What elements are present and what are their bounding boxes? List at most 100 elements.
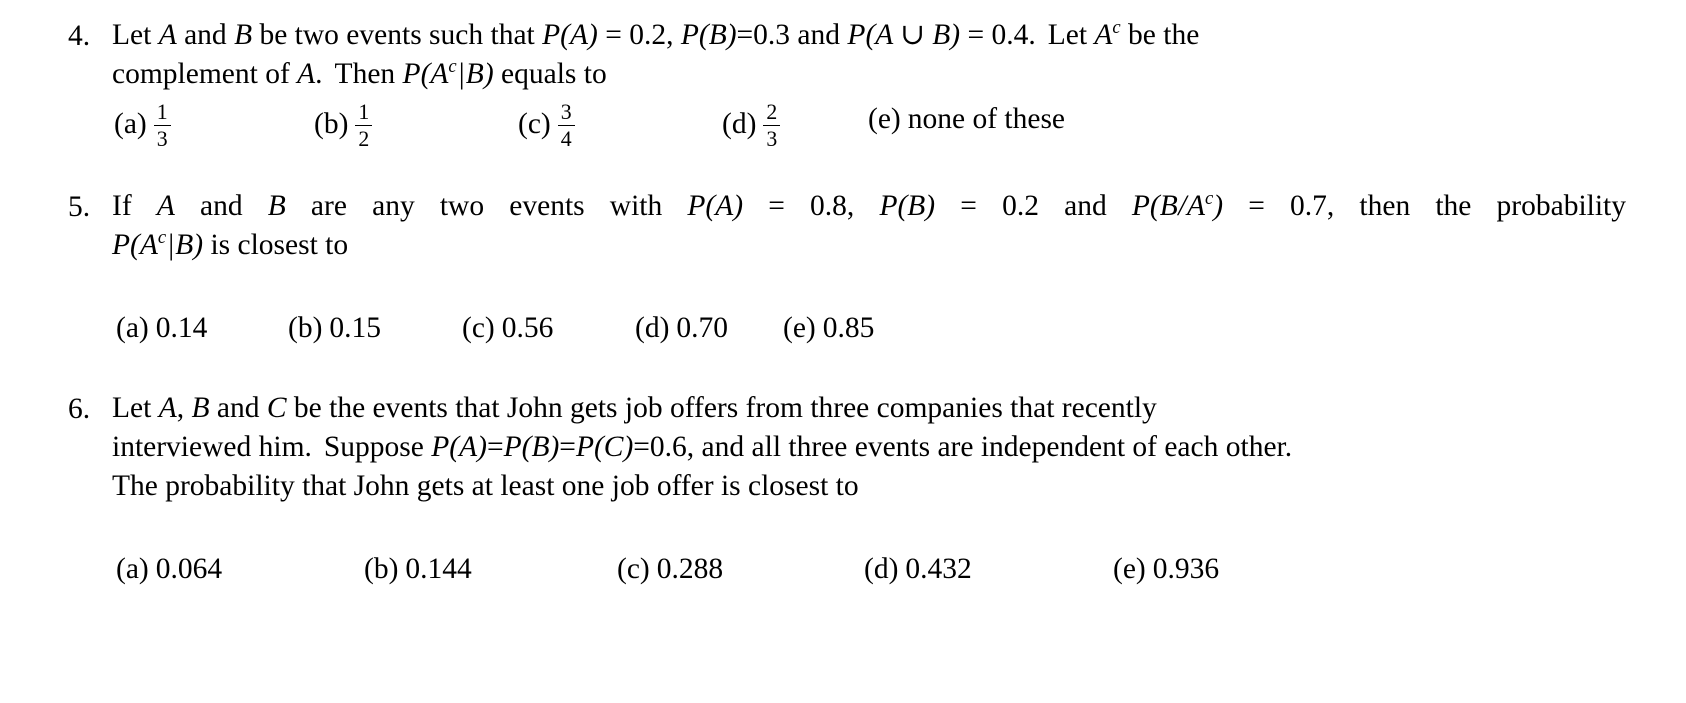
- problem-4-stem-line-2: complement of A. Then P(Ac|B) equals to: [112, 55, 1626, 94]
- fraction-rule: [763, 124, 781, 127]
- math-prob-arg: (B): [521, 430, 560, 463]
- option-label: (b): [314, 107, 349, 140]
- problem-6-body: Let A, B and C be the events that John g…: [112, 389, 1626, 589]
- text-fragment: Let: [1047, 19, 1095, 51]
- text-fragment: interviewed him.: [112, 430, 312, 463]
- option-c[interactable]: (c) 0.56: [462, 309, 635, 348]
- problem-6-options: (a) 0.064 (b) 0.144 (c) 0.288 (d) 0.432 …: [116, 550, 1626, 589]
- math-prob-p: P: [402, 57, 421, 90]
- text-fragment: are any two events with: [285, 189, 688, 222]
- text-fragment: Suppose: [323, 430, 432, 463]
- option-d[interactable]: (d) 0.70: [635, 309, 783, 348]
- math-prob-arg: (B): [698, 19, 737, 51]
- option-value-text: 0.14: [155, 311, 208, 344]
- option-value-fraction: 1 2: [355, 101, 373, 151]
- problem-6: 6. Let A, B and C be the events that Joh…: [68, 389, 1626, 589]
- problem-5-stem-line-2: P(Ac|B) is closest to: [112, 226, 1626, 265]
- option-e[interactable]: (e) 0.936: [1113, 550, 1219, 589]
- option-value-text: 0.56: [501, 311, 554, 344]
- option-c[interactable]: (c) 0.288: [617, 550, 864, 589]
- option-value-fraction: 2 3: [763, 101, 781, 150]
- problem-5: 5. If A and B are any two events with P(…: [68, 187, 1626, 348]
- math-prob-arg: (C): [593, 430, 634, 463]
- text-fragment: If: [112, 189, 157, 222]
- option-label: (e): [783, 311, 816, 344]
- math-prob-p: P: [503, 430, 522, 463]
- fraction-numerator: 3: [560, 99, 572, 124]
- math-prob-arg: (B): [897, 189, 936, 222]
- math-cond-open: (B: [1149, 189, 1178, 222]
- text-fragment: and: [174, 189, 268, 222]
- option-value-text: 0.288: [656, 552, 724, 585]
- option-b[interactable]: (b) 0.15: [288, 309, 462, 348]
- fraction-rule: [557, 124, 575, 127]
- text-fragment: be the events that John gets job offers …: [286, 391, 1157, 424]
- option-label: (a): [116, 311, 149, 344]
- option-b[interactable]: (b) 0.144: [364, 550, 617, 589]
- math-prob-p: P: [575, 430, 594, 463]
- text-fragment: =: [559, 430, 576, 463]
- text-fragment: be two events such that: [252, 19, 543, 51]
- math-prob-p: P: [879, 189, 898, 222]
- math-variable-c: C: [266, 391, 287, 424]
- superscript-c: c: [1112, 17, 1121, 39]
- text-fragment: Then: [334, 57, 403, 90]
- option-label: (c): [518, 107, 551, 140]
- option-value-text: 0.85: [822, 311, 875, 344]
- math-cond-open: (A: [420, 57, 449, 90]
- option-value-text: 0.70: [676, 311, 729, 344]
- problem-4-body: Let A and B be two events such that P(A)…: [112, 16, 1626, 151]
- math-variable-b: B: [267, 189, 286, 222]
- math-variable-a: A: [1186, 189, 1205, 222]
- math-prob-p: P: [847, 19, 866, 51]
- math-prob-p: P: [431, 430, 450, 463]
- math-prob-union-arg: (A ∪ B): [865, 19, 961, 51]
- option-label: (a): [114, 107, 147, 140]
- problem-4-options: (a) 1 3 (b) 1 2 (c) 3 4 (d) 2 3 (e) none…: [114, 99, 1626, 151]
- option-d[interactable]: (d) 0.432: [864, 550, 1113, 589]
- text-fragment: Let: [112, 391, 159, 424]
- option-c[interactable]: (c) 3 4: [518, 99, 722, 151]
- problem-5-stem-line-1: If A and B are any two events with P(A) …: [112, 187, 1626, 226]
- math-variable-b: B: [191, 391, 210, 424]
- math-variable-a: A: [158, 391, 177, 424]
- superscript-c: c: [157, 227, 167, 249]
- math-prob-p: P: [1131, 189, 1150, 222]
- math-variable-a: A: [156, 189, 175, 222]
- text-fragment: = 0.2,: [597, 19, 681, 51]
- fraction-rule: [355, 124, 373, 127]
- math-cond-close: B): [465, 57, 494, 90]
- option-label: (c): [462, 311, 495, 344]
- math-cond-close: B): [175, 228, 204, 261]
- option-e[interactable]: (e) 0.85: [783, 309, 874, 348]
- text-fragment: = 0.4.: [960, 19, 1036, 51]
- text-fragment: =0.3 and: [736, 19, 848, 51]
- option-b[interactable]: (b) 1 2: [314, 100, 518, 151]
- text-fragment: =: [486, 430, 504, 463]
- option-a[interactable]: (a) 0.064: [116, 550, 364, 589]
- math-cond-close: ): [1213, 189, 1224, 222]
- option-label: (d): [635, 311, 670, 344]
- option-e[interactable]: (e) none of these: [868, 100, 1065, 139]
- option-d[interactable]: (d) 2 3: [722, 100, 868, 150]
- conditional-bar: |: [166, 228, 175, 261]
- problem-6-stem-line-3: The probability that John gets at least …: [112, 469, 859, 502]
- text-fragment: be the: [1120, 19, 1200, 51]
- fraction-denominator: 4: [560, 126, 572, 151]
- text-fragment: ,: [176, 391, 192, 424]
- fraction-denominator: 2: [358, 126, 370, 151]
- option-label: (e): [868, 102, 901, 135]
- option-a[interactable]: (a) 1 3: [114, 100, 314, 150]
- problem-6-stem-line-1: Let A, B and C be the events that John g…: [112, 389, 1626, 428]
- problem-5-body: If A and B are any two events with P(A) …: [112, 187, 1626, 348]
- text-fragment: complement of: [112, 57, 298, 90]
- option-a[interactable]: (a) 0.14: [116, 309, 288, 348]
- problem-4-number: 4.: [68, 20, 91, 52]
- math-variable-a-complement: A: [1094, 19, 1113, 51]
- text-fragment: .: [315, 57, 323, 90]
- problem-6-stem-line-2: interviewed him. Suppose P(A)=P(B)=P(C)=0…: [112, 428, 1626, 467]
- text-fragment: Let: [112, 19, 159, 51]
- math-variable-b: B: [234, 19, 253, 51]
- math-prob-arg: (A): [449, 430, 487, 463]
- text-fragment: and: [209, 391, 267, 424]
